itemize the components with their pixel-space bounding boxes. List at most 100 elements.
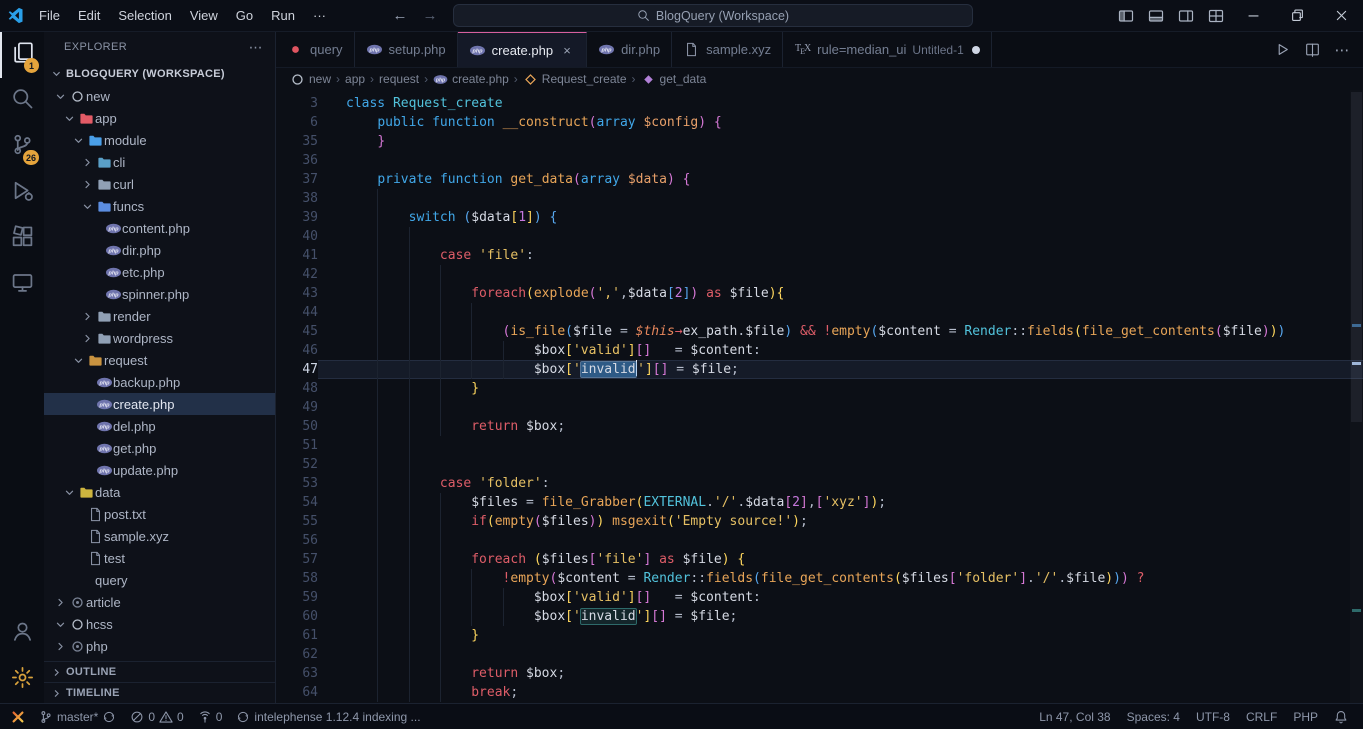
code-line-55[interactable]: 55 if(empty($files)) msgexit('Empty sour… — [276, 512, 1363, 531]
breadcrumb-item-new[interactable]: new — [290, 71, 331, 87]
line-number[interactable]: 41 — [276, 246, 318, 265]
activity-source-control-button[interactable]: 26 — [0, 124, 44, 170]
menu-item-selection[interactable]: Selection — [109, 0, 180, 31]
breadcrumb-item-create-php[interactable]: phpcreate.php — [433, 71, 509, 87]
line-number[interactable]: 39 — [276, 208, 318, 227]
status-left-2[interactable]: 00 — [125, 706, 188, 728]
menu-item-run[interactable]: Run — [262, 0, 304, 31]
code-line-38[interactable]: 38 — [276, 189, 1363, 208]
code-line-42[interactable]: 42 — [276, 265, 1363, 284]
tree-item-create-php[interactable]: phpcreate.php — [44, 393, 275, 415]
tree-item-update-php[interactable]: phpupdate.php — [44, 459, 275, 481]
line-number[interactable]: 42 — [276, 265, 318, 284]
status-left-4[interactable]: intelephense 1.12.4 indexing ... — [231, 706, 425, 728]
line-number[interactable]: 59 — [276, 588, 318, 607]
activity-remote-explorer-button[interactable] — [0, 262, 44, 308]
tree-item-spinner-php[interactable]: phpspinner.php — [44, 283, 275, 305]
tree-item-content-php[interactable]: phpcontent.php — [44, 217, 275, 239]
status-right-5[interactable] — [1329, 706, 1353, 728]
status-left-1[interactable]: master* — [34, 706, 121, 728]
code-line-56[interactable]: 56 — [276, 531, 1363, 550]
layout-secondary-button[interactable] — [1171, 0, 1201, 31]
code-area[interactable]: 3class Request_create6 public function _… — [276, 90, 1363, 703]
tree-item-test[interactable]: test — [44, 547, 275, 569]
code-line-48[interactable]: 48 } — [276, 379, 1363, 398]
line-number[interactable]: 58 — [276, 569, 318, 588]
breadcrumb-item-get-data[interactable]: get_data — [641, 71, 707, 87]
tree-item-query[interactable]: query — [44, 569, 275, 591]
code-line-60[interactable]: 60 $box['invalid'][] = $file; — [276, 607, 1363, 626]
activity-account-button[interactable] — [0, 611, 44, 657]
status-left-3[interactable]: 0 — [193, 706, 228, 728]
menu-item-go[interactable]: Go — [227, 0, 262, 31]
tree-item-etc-php[interactable]: phpetc.php — [44, 261, 275, 283]
tab-rule-median-ui[interactable]: TEXrule=median_uiUntitled-1 — [783, 32, 992, 67]
tree-item-del-php[interactable]: phpdel.php — [44, 415, 275, 437]
line-number[interactable]: 64 — [276, 683, 318, 702]
code-line-64[interactable]: 64 break; — [276, 683, 1363, 702]
editor-scrollbar[interactable] — [1350, 90, 1363, 703]
code-line-41[interactable]: 41 case 'file': — [276, 246, 1363, 265]
activity-search-button[interactable] — [0, 78, 44, 124]
run-button[interactable] — [1269, 37, 1295, 63]
code-line-61[interactable]: 61 } — [276, 626, 1363, 645]
line-number[interactable]: 40 — [276, 227, 318, 246]
line-number[interactable]: 49 — [276, 398, 318, 417]
code-line-49[interactable]: 49 — [276, 398, 1363, 417]
tree-item-post-txt[interactable]: post.txt — [44, 503, 275, 525]
status-left-0[interactable] — [6, 706, 30, 728]
activity-explorer-button[interactable]: 1 — [0, 32, 44, 78]
code-line-39[interactable]: 39 switch ($data[1]) { — [276, 208, 1363, 227]
code-line-63[interactable]: 63 return $box; — [276, 664, 1363, 683]
line-number[interactable]: 36 — [276, 151, 318, 170]
tree-item-module[interactable]: module — [44, 129, 275, 151]
tree-item-article[interactable]: article — [44, 591, 275, 613]
scrollbar-thumb[interactable] — [1351, 92, 1362, 422]
code-line-44[interactable]: 44 — [276, 303, 1363, 322]
tab-setup-php[interactable]: phpsetup.php — [355, 32, 458, 67]
tree-item-curl[interactable]: curl — [44, 173, 275, 195]
line-number[interactable]: 54 — [276, 493, 318, 512]
breadcrumb-item-Request-create[interactable]: Request_create — [523, 71, 627, 87]
layout-grid-button[interactable] — [1201, 0, 1231, 31]
menu-item-edit[interactable]: Edit — [69, 0, 109, 31]
tree-item-data[interactable]: data — [44, 481, 275, 503]
line-number[interactable]: 43 — [276, 284, 318, 303]
code-line-45[interactable]: 45 (is_file($file = $this→ex_path.$file)… — [276, 322, 1363, 341]
line-number[interactable]: 35 — [276, 132, 318, 151]
line-number[interactable]: 45 — [276, 322, 318, 341]
tree-item-php[interactable]: php — [44, 635, 275, 657]
status-right-0[interactable]: Ln 47, Col 38 — [1034, 706, 1115, 728]
menu-item-[interactable]: ··· — [304, 0, 335, 31]
tree-item-wordpress[interactable]: wordpress — [44, 327, 275, 349]
menu-item-file[interactable]: File — [30, 0, 69, 31]
timeline-section-header[interactable]: TIMELINE — [44, 682, 275, 703]
tree-item-hcss[interactable]: hcss — [44, 613, 275, 635]
tab-dir-php[interactable]: phpdir.php — [587, 32, 672, 67]
line-number[interactable]: 38 — [276, 189, 318, 208]
tab-sample-xyz[interactable]: sample.xyz — [672, 32, 783, 67]
explorer-more-actions[interactable]: ⋯ — [249, 39, 263, 56]
line-number[interactable]: 46 — [276, 341, 318, 360]
workspace-section-header[interactable]: BLOGQUERY (WORKSPACE) — [44, 62, 275, 85]
tree-item-new[interactable]: new — [44, 85, 275, 107]
code-line-57[interactable]: 57 foreach ($files['file'] as $file) { — [276, 550, 1363, 569]
code-line-59[interactable]: 59 $box['valid'][] = $content: — [276, 588, 1363, 607]
more-button[interactable]: ⋯ — [1329, 37, 1355, 63]
split-editor-button[interactable] — [1299, 37, 1325, 63]
tree-item-funcs[interactable]: funcs — [44, 195, 275, 217]
code-line-3[interactable]: 3class Request_create — [276, 94, 1363, 113]
close-button[interactable] — [1319, 0, 1363, 31]
code-line-47[interactable]: 47 $box['invalid'][] = $file; — [276, 360, 1363, 379]
tab-create-php[interactable]: phpcreate.php× — [458, 32, 587, 67]
line-number[interactable]: 63 — [276, 664, 318, 683]
code-line-52[interactable]: 52 — [276, 455, 1363, 474]
line-number[interactable]: 57 — [276, 550, 318, 569]
status-right-2[interactable]: UTF-8 — [1191, 706, 1235, 728]
code-line-43[interactable]: 43 foreach(explode(',',$data[2]) as $fil… — [276, 284, 1363, 303]
breadcrumb-item-app[interactable]: app — [345, 72, 365, 86]
tab-close-icon[interactable]: × — [559, 43, 575, 58]
status-right-3[interactable]: CRLF — [1241, 706, 1282, 728]
code-line-46[interactable]: 46 $box['valid'][] = $content: — [276, 341, 1363, 360]
line-number[interactable]: 44 — [276, 303, 318, 322]
